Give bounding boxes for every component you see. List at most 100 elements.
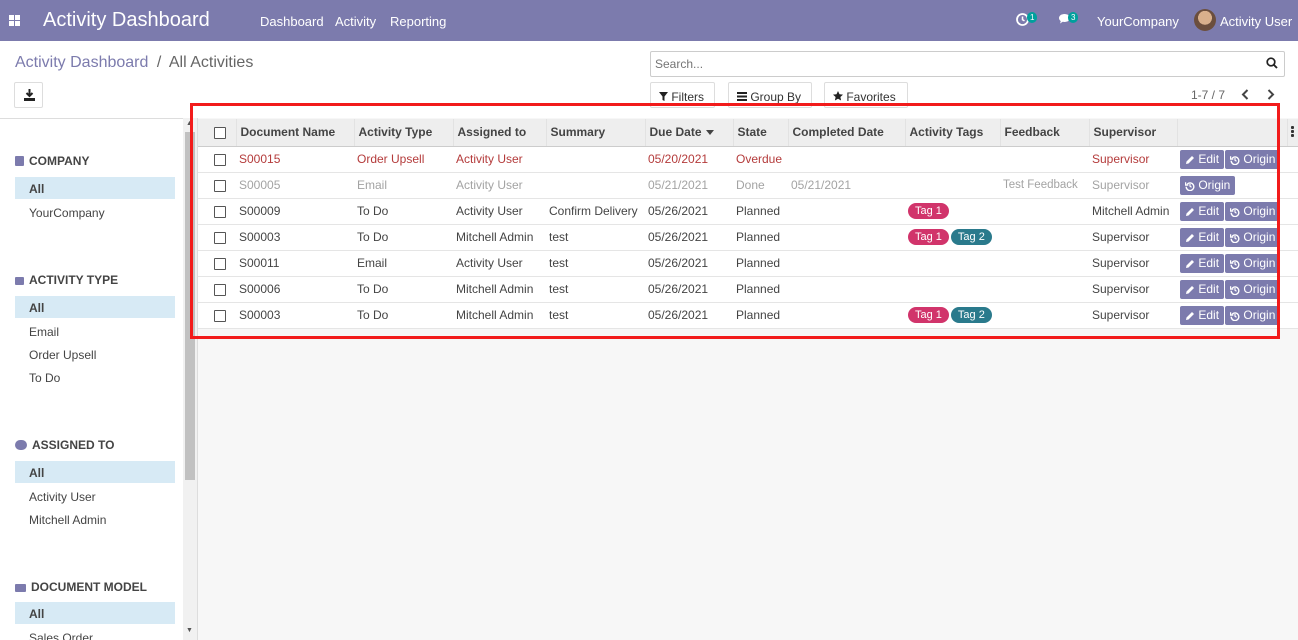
- cell-due-date: 05/26/2021: [645, 224, 733, 251]
- scroll-down-arrow-icon[interactable]: ▼: [186, 627, 193, 634]
- sidebar-scrollbar-thumb[interactable]: [185, 132, 195, 480]
- edit-button[interactable]: Edit: [1180, 201, 1225, 221]
- menu-activity[interactable]: Activity: [335, 14, 376, 29]
- edit-button[interactable]: Edit: [1180, 279, 1225, 299]
- activity-tag: Tag 2: [950, 229, 992, 245]
- cell-document-name[interactable]: S00003: [236, 302, 354, 329]
- user-menu[interactable]: Activity User: [1220, 14, 1292, 29]
- row-checkbox[interactable]: [214, 205, 226, 218]
- col-feedback[interactable]: Feedback: [999, 119, 1089, 147]
- col-assigned-to[interactable]: Assigned to: [452, 119, 546, 147]
- cell-completed-date: [788, 302, 905, 329]
- col-activity-type[interactable]: Activity Type: [353, 119, 453, 147]
- origin-button[interactable]: Origin: [1225, 201, 1281, 221]
- company-switcher[interactable]: YourCompany: [1097, 14, 1179, 29]
- row-checkbox[interactable]: [214, 231, 226, 244]
- search-input[interactable]: [651, 52, 1241, 76]
- col-supervisor[interactable]: Supervisor: [1088, 119, 1177, 147]
- cell-completed-date: 05/21/2021: [788, 172, 905, 199]
- origin-button[interactable]: Origin: [1225, 149, 1281, 169]
- table-row[interactable]: S00009 To Do Activity User Confirm Delivery…: [198, 198, 1298, 225]
- cell-document-name[interactable]: S00003: [236, 224, 354, 251]
- assigned-item-mitchell-admin[interactable]: Mitchell Admin: [15, 507, 175, 529]
- cell-state: Planned: [733, 224, 788, 251]
- cell-activity-type: Order Upsell: [354, 146, 453, 173]
- cell-feedback: [1000, 276, 1089, 303]
- table-row[interactable]: S00015 Order Upsell Activity User 05/20/202…: [198, 146, 1298, 173]
- cell-completed-date: [788, 250, 905, 277]
- pager-previous-icon[interactable]: [1241, 88, 1249, 103]
- cell-feedback: [1000, 302, 1089, 329]
- origin-button[interactable]: Origin: [1225, 279, 1281, 299]
- breadcrumb: Activity Dashboard / All Activities: [15, 54, 253, 72]
- table-row[interactable]: S00006 To Do Mitchell Admin test 05/26/2021 P…: [198, 276, 1298, 303]
- col-completed-date[interactable]: Completed Date: [787, 119, 905, 147]
- breadcrumb-parent[interactable]: Activity Dashboard: [15, 54, 148, 71]
- row-checkbox[interactable]: [214, 179, 226, 192]
- origin-button[interactable]: Origin: [1225, 253, 1281, 273]
- cell-feedback: [1000, 224, 1089, 251]
- pencil-icon: [1185, 204, 1195, 218]
- cell-document-name[interactable]: S00011: [236, 250, 354, 277]
- table-row[interactable]: S00011 Email Activity User test 05/26/2021 Pl…: [198, 250, 1298, 277]
- export-button[interactable]: [14, 82, 43, 108]
- scroll-up-arrow-icon[interactable]: ▲: [186, 120, 193, 127]
- favorites-button[interactable]: Favorites: [824, 82, 908, 108]
- table-row[interactable]: S00003 To Do Mitchell Admin test 05/26/2021 P…: [198, 224, 1298, 251]
- origin-button[interactable]: Origin: [1180, 175, 1236, 195]
- activity-type-item-all[interactable]: All: [15, 296, 175, 318]
- origin-button[interactable]: Origin: [1225, 305, 1281, 325]
- col-activity-tags[interactable]: Activity Tags: [904, 119, 1000, 147]
- favorites-label: Favorites: [846, 90, 896, 104]
- edit-button[interactable]: Edit: [1180, 149, 1225, 169]
- cell-document-name[interactable]: S00005: [236, 172, 354, 199]
- activity-type-item-order-upsell[interactable]: Order Upsell: [15, 342, 175, 364]
- edit-button[interactable]: Edit: [1180, 305, 1225, 325]
- menu-reporting[interactable]: Reporting: [390, 14, 446, 29]
- search-bar: [650, 51, 1285, 77]
- cell-summary: test: [546, 302, 645, 329]
- activity-count-badge: 1: [1027, 12, 1038, 23]
- cell-document-name[interactable]: S00009: [236, 198, 354, 225]
- cell-supervisor: Supervisor: [1089, 172, 1177, 199]
- pager-value[interactable]: 1-7 / 7: [1191, 88, 1225, 102]
- history-icon: [1229, 256, 1240, 270]
- filters-button[interactable]: Filters: [650, 82, 715, 108]
- apps-menu-icon[interactable]: [9, 15, 20, 26]
- edit-button[interactable]: Edit: [1180, 227, 1225, 247]
- cell-completed-date: [788, 198, 905, 225]
- group-by-button[interactable]: Group By: [728, 82, 812, 108]
- select-all-checkbox[interactable]: [214, 127, 226, 140]
- table-row[interactable]: S00003 To Do Mitchell Admin test 05/26/2021 P…: [198, 302, 1298, 329]
- menu-dashboard[interactable]: Dashboard: [260, 14, 324, 29]
- search-icon[interactable]: [1266, 57, 1278, 69]
- pager-next-icon[interactable]: [1267, 88, 1275, 103]
- company-item-all[interactable]: All: [15, 177, 175, 199]
- activity-tag: Tag 1: [908, 229, 949, 245]
- table-row[interactable]: S00005 Email Activity User 05/21/2021 Done 05…: [198, 172, 1298, 199]
- activity-type-item-todo[interactable]: To Do: [15, 365, 175, 387]
- cell-summary: test: [546, 276, 645, 303]
- col-state[interactable]: State: [732, 119, 788, 147]
- row-checkbox[interactable]: [214, 309, 226, 322]
- col-document-name[interactable]: Document Name: [235, 119, 354, 147]
- row-checkbox[interactable]: [214, 153, 226, 166]
- assigned-item-all[interactable]: All: [15, 461, 175, 483]
- company-item-yourcompany[interactable]: YourCompany: [15, 200, 175, 222]
- cell-spacer: [1287, 198, 1298, 225]
- document-model-item-all[interactable]: All: [15, 602, 175, 624]
- assigned-item-activity-user[interactable]: Activity User: [15, 484, 175, 506]
- user-avatar[interactable]: [1194, 9, 1216, 31]
- edit-button[interactable]: Edit: [1180, 253, 1225, 273]
- cell-activity-tags: Tag 1: [905, 198, 1000, 225]
- document-model-item-sales-order[interactable]: Sales Order: [15, 625, 175, 640]
- activity-type-item-email[interactable]: Email: [15, 319, 175, 341]
- optional-columns-icon[interactable]: [1291, 126, 1294, 138]
- row-checkbox[interactable]: [214, 283, 226, 296]
- col-due-date[interactable]: Due Date: [644, 119, 733, 147]
- col-summary[interactable]: Summary: [545, 119, 645, 147]
- cell-document-name[interactable]: S00015: [236, 146, 354, 173]
- origin-button[interactable]: Origin: [1225, 227, 1281, 247]
- row-checkbox[interactable]: [214, 257, 226, 270]
- cell-document-name[interactable]: S00006: [236, 276, 354, 303]
